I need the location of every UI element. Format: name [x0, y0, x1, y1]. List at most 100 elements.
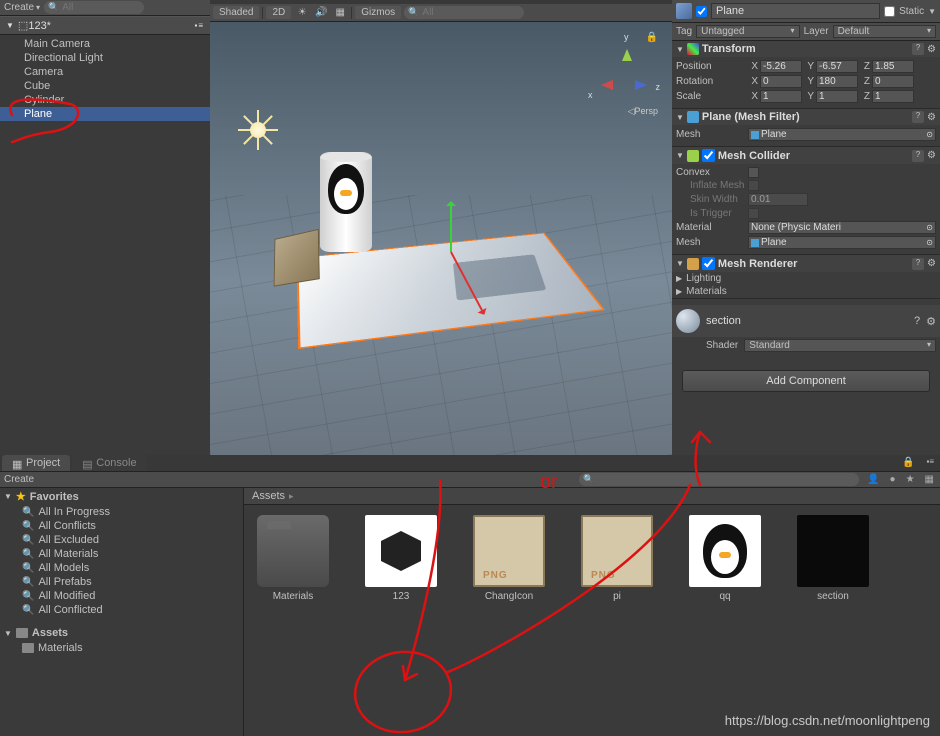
material-section[interactable]: section ? ⚙: [672, 305, 940, 337]
project-create-dropdown[interactable]: Create: [4, 474, 34, 485]
active-checkbox[interactable]: [696, 6, 707, 17]
favorite-item[interactable]: 🔍All Excluded: [0, 533, 243, 547]
orientation-gizmo[interactable]: y x z ◁Persp: [594, 44, 654, 104]
rot-x-input[interactable]: [760, 75, 802, 88]
hierarchy-item[interactable]: Camera: [0, 65, 210, 79]
hierarchy-item[interactable]: Directional Light: [0, 51, 210, 65]
favorite-item[interactable]: 🔍All Prefabs: [0, 575, 243, 589]
gameobject-icon[interactable]: [676, 3, 692, 19]
lock-icon[interactable]: 🔒: [646, 32, 658, 43]
move-gizmo-y[interactable]: [450, 202, 452, 252]
static-checkbox[interactable]: [884, 6, 895, 17]
shading-dropdown[interactable]: Shaded: [213, 6, 259, 19]
add-component-button[interactable]: Add Component: [682, 370, 930, 392]
favorite-item[interactable]: 🔍All Modified: [0, 589, 243, 603]
favorite-item[interactable]: 🔍All Conflicts: [0, 519, 243, 533]
fold-icon[interactable]: ▼: [676, 259, 684, 268]
fold-icon[interactable]: ▼: [6, 21, 14, 30]
hierarchy-item[interactable]: Main Camera: [0, 37, 210, 51]
gear-icon[interactable]: ⚙: [927, 44, 936, 55]
tag-dropdown[interactable]: Untagged: [696, 25, 799, 38]
asset-item[interactable]: section: [794, 515, 872, 602]
image-icon: PNG: [581, 515, 653, 587]
save-search-icon[interactable]: ▦: [923, 474, 936, 485]
scene-viewport: Shaded 2D ☀ 🔊 ▦ Gizmos 🔍: [210, 0, 672, 455]
help-icon[interactable]: ?: [912, 111, 924, 123]
breadcrumb[interactable]: Assets: [244, 488, 940, 505]
lighting-foldout[interactable]: ▶Lighting: [672, 272, 940, 285]
shader-dropdown[interactable]: Standard: [744, 339, 936, 352]
help-icon[interactable]: ?: [914, 315, 920, 327]
static-dropdown-icon[interactable]: ▼: [928, 7, 936, 16]
component-enable-checkbox[interactable]: [702, 257, 715, 270]
assets-header[interactable]: ▼Assets: [0, 625, 243, 641]
materials-foldout[interactable]: ▶Materials: [672, 285, 940, 298]
hierarchy-create-dropdown[interactable]: Create: [4, 2, 40, 13]
favorites-header[interactable]: ▼★Favorites: [0, 488, 243, 505]
gear-icon[interactable]: ⚙: [926, 315, 936, 328]
pos-x-input[interactable]: [760, 60, 802, 73]
asset-item[interactable]: Materials: [254, 515, 332, 602]
fold-icon[interactable]: ▼: [4, 629, 12, 638]
gizmos-dropdown[interactable]: Gizmos: [355, 6, 401, 19]
hierarchy-item[interactable]: Cube: [0, 79, 210, 93]
convex-checkbox[interactable]: [748, 167, 759, 178]
scl-z-input[interactable]: [872, 90, 914, 103]
filter-icon[interactable]: 👤: [865, 474, 881, 485]
asset-item[interactable]: PNGpi: [578, 515, 656, 602]
favorite-item[interactable]: 🔍All Conflicted: [0, 603, 243, 617]
gear-icon[interactable]: ⚙: [927, 150, 936, 161]
fold-icon[interactable]: ▼: [676, 113, 684, 122]
hierarchy-item[interactable]: Cylinder: [0, 93, 210, 107]
hierarchy-search-input[interactable]: [59, 2, 129, 13]
pos-y-input[interactable]: [816, 60, 858, 73]
favorite-item[interactable]: 🔍All Models: [0, 561, 243, 575]
filter-label-icon[interactable]: ★: [904, 474, 917, 485]
gameobject-name-input[interactable]: [711, 3, 880, 19]
rot-y-input[interactable]: [816, 75, 858, 88]
cube-object[interactable]: [274, 229, 320, 287]
layer-dropdown[interactable]: Default: [833, 25, 936, 38]
scene-search-input[interactable]: [419, 7, 489, 18]
fold-icon[interactable]: ▼: [676, 151, 684, 160]
help-icon[interactable]: ?: [912, 150, 924, 162]
help-icon[interactable]: ?: [912, 43, 924, 55]
rot-z-input[interactable]: [872, 75, 914, 88]
tab-console[interactable]: ▤Console: [72, 455, 146, 471]
asset-item[interactable]: qq: [686, 515, 764, 602]
fx-toggle-icon[interactable]: ▦: [332, 7, 348, 18]
tab-project[interactable]: ▦Project: [2, 455, 70, 471]
hierarchy-item-selected[interactable]: Plane: [0, 107, 210, 121]
lock-icon[interactable]: 🔒: [896, 455, 920, 471]
scene-header[interactable]: ▼ ⬚ 123* ▪≡: [0, 16, 210, 35]
asset-item[interactable]: 123: [362, 515, 440, 602]
filter-type-icon[interactable]: ●: [888, 474, 898, 485]
folder-item[interactable]: Materials: [0, 641, 243, 655]
gear-icon[interactable]: ⚙: [927, 112, 936, 123]
fold-icon[interactable]: ▼: [676, 45, 684, 54]
mode-2d-toggle[interactable]: 2D: [266, 6, 291, 19]
persp-label[interactable]: ◁Persp: [628, 106, 658, 117]
panel-menu-icon[interactable]: ▪≡: [920, 455, 940, 471]
project-search[interactable]: 🔍: [579, 473, 859, 486]
gear-icon[interactable]: ⚙: [927, 258, 936, 269]
help-icon[interactable]: ?: [912, 258, 924, 270]
lighting-toggle-icon[interactable]: ☀: [294, 7, 310, 18]
component-enable-checkbox[interactable]: [702, 149, 715, 162]
cylinder-object[interactable]: [320, 152, 372, 252]
scene-menu-icon[interactable]: ▪≡: [194, 21, 204, 30]
asset-item[interactable]: PNGChangIcon: [470, 515, 548, 602]
scene-search[interactable]: 🔍: [404, 6, 524, 19]
favorite-item[interactable]: 🔍All Materials: [0, 547, 243, 561]
audio-toggle-icon[interactable]: 🔊: [313, 7, 329, 18]
mesh-object-field[interactable]: Plane⊙: [748, 128, 936, 141]
collider-mesh-field[interactable]: Plane⊙: [748, 236, 936, 249]
favorite-item[interactable]: 🔍All In Progress: [0, 505, 243, 519]
scene-3d-view[interactable]: 🔒 y x z ◁Persp: [210, 22, 672, 455]
scl-y-input[interactable]: [816, 90, 858, 103]
physmat-object-field[interactable]: None (Physic Materi⊙: [748, 221, 936, 234]
hierarchy-search[interactable]: 🔍: [44, 1, 144, 14]
scl-x-input[interactable]: [760, 90, 802, 103]
pos-z-input[interactable]: [872, 60, 914, 73]
fold-icon[interactable]: ▼: [4, 492, 12, 501]
